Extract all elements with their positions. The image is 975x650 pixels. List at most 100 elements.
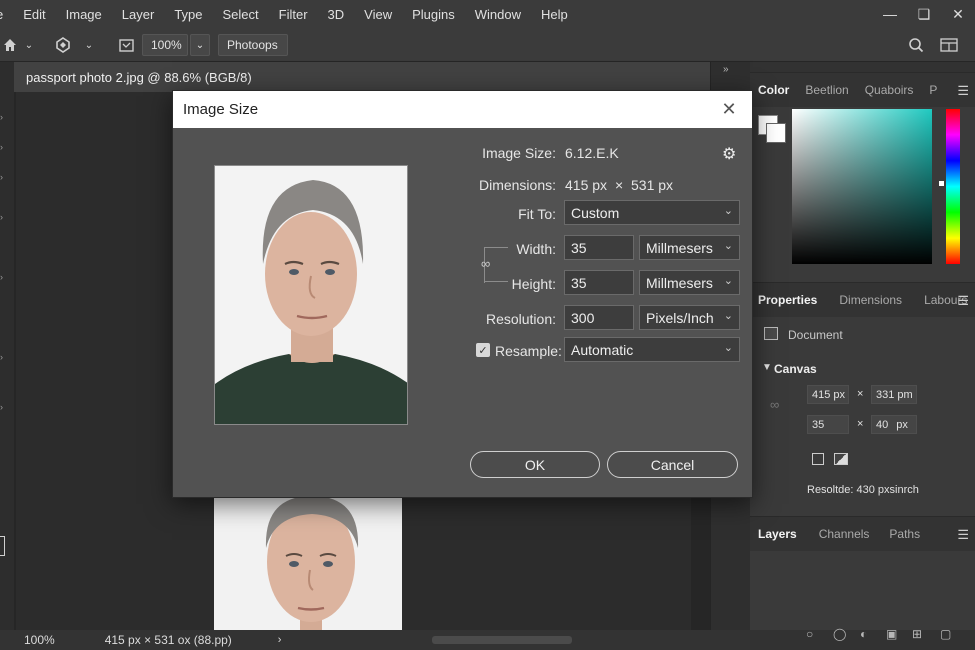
- resample-checkbox[interactable]: ✓: [476, 343, 490, 357]
- width-label: Width:: [516, 241, 556, 257]
- size-height-field[interactable]: 40 px: [871, 415, 917, 434]
- zoom-dropdown-chevron-icon[interactable]: ⌄: [190, 34, 210, 56]
- image-size-dialog: Image Size ✕ Image Size: 6.12.E.K ⚙ Dime…: [172, 90, 753, 498]
- frame-icon[interactable]: [116, 28, 136, 62]
- tab-dimensions[interactable]: Dimensions: [831, 293, 910, 307]
- layer-style-icon[interactable]: ◯: [833, 627, 846, 641]
- size-width-field[interactable]: 35: [807, 415, 849, 434]
- background-color-swatch[interactable]: [766, 123, 786, 143]
- quick-mask-icon[interactable]: [0, 536, 5, 556]
- close-icon[interactable]: ✕: [718, 98, 740, 120]
- minimize-icon[interactable]: —: [873, 0, 907, 28]
- times-symbol: ×: [857, 418, 864, 430]
- adjustment-layer-icon[interactable]: ◐: [860, 627, 867, 641]
- panel-menu-icon[interactable]: ☰: [957, 527, 969, 543]
- portrait-image: [215, 166, 407, 424]
- status-info: 415 px × 531 ox (88.pp): [104, 633, 232, 647]
- chevron-right-icon[interactable]: ›: [278, 634, 282, 646]
- menu-view[interactable]: View: [353, 7, 401, 22]
- tool-marker[interactable]: ›: [0, 272, 5, 282]
- workspace-button[interactable]: Photoops: [218, 34, 288, 56]
- horizontal-scrollbar[interactable]: [432, 636, 572, 644]
- tab-properties[interactable]: Properties: [750, 293, 825, 307]
- resolution-unit-select[interactable]: Pixels/Inch ⌄: [639, 305, 740, 330]
- panel-menu-icon[interactable]: ☰: [957, 83, 969, 99]
- home-icon[interactable]: [0, 28, 20, 62]
- color-field[interactable]: [792, 109, 932, 264]
- dialog-titlebar[interactable]: Image Size ✕: [173, 91, 752, 128]
- tool-marker[interactable]: ›: [0, 352, 5, 362]
- workspace-layout-icon[interactable]: [936, 28, 962, 62]
- panel-menu-icon[interactable]: ☰: [957, 293, 969, 309]
- height-unit-select[interactable]: Millmesers ⌄: [639, 270, 740, 295]
- menu-help[interactable]: Help: [530, 7, 577, 22]
- maximize-icon[interactable]: ❏: [907, 0, 941, 28]
- width-input[interactable]: 35: [564, 235, 634, 260]
- hue-slider[interactable]: [946, 109, 960, 264]
- menu-image[interactable]: Image: [55, 7, 111, 22]
- image-size-label: Image Size:: [482, 145, 556, 161]
- search-icon[interactable]: [904, 28, 928, 62]
- menu-plugins[interactable]: Plugins: [401, 7, 464, 22]
- landscape-orientation-icon[interactable]: [834, 453, 848, 465]
- gear-icon[interactable]: ⚙: [722, 144, 736, 164]
- canvas-height-field[interactable]: 331 pm: [871, 385, 917, 404]
- dimensions-height: 531 px: [631, 177, 674, 193]
- status-zoom[interactable]: 100%: [24, 633, 55, 647]
- tool-marker[interactable]: ›: [0, 142, 5, 152]
- chevron-down-icon[interactable]: ⌄: [82, 28, 96, 62]
- tab-quaboirs[interactable]: Quaboirs: [857, 83, 922, 97]
- menu-3d[interactable]: 3D: [317, 7, 354, 22]
- chevron-down-icon[interactable]: ⌄: [22, 28, 36, 62]
- width-unit-select[interactable]: Millmesers ⌄: [639, 235, 740, 260]
- options-bar: ⌄ ⌄ 100% ⌄ Photoops: [0, 28, 975, 62]
- color-panel: Color Beetlion Quaboirs P ☰: [750, 72, 975, 282]
- ok-button[interactable]: OK: [470, 451, 600, 478]
- size-height-value: 40: [876, 418, 889, 431]
- tab-paths[interactable]: Paths: [881, 527, 928, 541]
- chevron-down-icon: ⌄: [723, 275, 733, 287]
- collapse-panels-icon[interactable]: »: [723, 64, 729, 75]
- resample-value: Automatic: [571, 341, 634, 358]
- canvas-photo[interactable]: [214, 490, 402, 630]
- tab-p[interactable]: P: [921, 83, 945, 97]
- tab-beetlion[interactable]: Beetlion: [797, 83, 856, 97]
- image-preview[interactable]: [214, 165, 408, 425]
- cancel-button[interactable]: Cancel: [607, 451, 738, 478]
- tab-layers[interactable]: Layers: [750, 527, 805, 541]
- tab-channels[interactable]: Channels: [811, 527, 878, 541]
- delete-layer-icon[interactable]: ▢: [940, 627, 951, 641]
- resolution-input[interactable]: 300: [564, 305, 634, 330]
- image-size-value: 6.12.E.K: [565, 145, 619, 161]
- link-layers-icon[interactable]: ○: [806, 627, 813, 641]
- menu-type[interactable]: Type: [163, 7, 211, 22]
- menu-layer[interactable]: Layer: [111, 7, 164, 22]
- link-icon[interactable]: ∞: [770, 397, 779, 412]
- hue-slider-handle[interactable]: [939, 181, 944, 186]
- portrait-orientation-icon[interactable]: [812, 453, 824, 465]
- close-icon[interactable]: ✕: [941, 0, 975, 28]
- tool-marker[interactable]: ›: [0, 212, 5, 222]
- fit-to-select[interactable]: Custom ⌄: [564, 200, 740, 225]
- document-tab[interactable]: passport photo 2.jpg @ 88.6% (BGB/8): [14, 62, 710, 92]
- menu-edit[interactable]: Edit: [12, 7, 54, 22]
- link-icon[interactable]: ∞: [481, 256, 490, 271]
- menu-file[interactable]: e: [0, 7, 12, 22]
- menu-select[interactable]: Select: [212, 7, 268, 22]
- zoom-field[interactable]: 100%: [142, 34, 188, 56]
- tab-color[interactable]: Color: [750, 83, 797, 97]
- tool-marker[interactable]: ›: [0, 112, 5, 122]
- group-icon[interactable]: ▣: [886, 627, 897, 641]
- tool-marker[interactable]: ›: [0, 402, 5, 412]
- resample-select[interactable]: Automatic ⌄: [564, 337, 740, 362]
- menu-filter[interactable]: Filter: [268, 7, 317, 22]
- canvas-width-field[interactable]: 415 px: [807, 385, 849, 404]
- tool-preset-icon[interactable]: [50, 28, 76, 62]
- properties-panel-tabs: Properties Dimensions Labours: [750, 283, 975, 317]
- new-layer-icon[interactable]: ⊞: [912, 627, 922, 641]
- tool-marker[interactable]: ›: [0, 172, 5, 182]
- height-input[interactable]: 35: [564, 270, 634, 295]
- chevron-down-icon[interactable]: ▼: [762, 362, 772, 373]
- width-unit-value: Millmesers: [646, 239, 713, 256]
- menu-window[interactable]: Window: [464, 7, 530, 22]
